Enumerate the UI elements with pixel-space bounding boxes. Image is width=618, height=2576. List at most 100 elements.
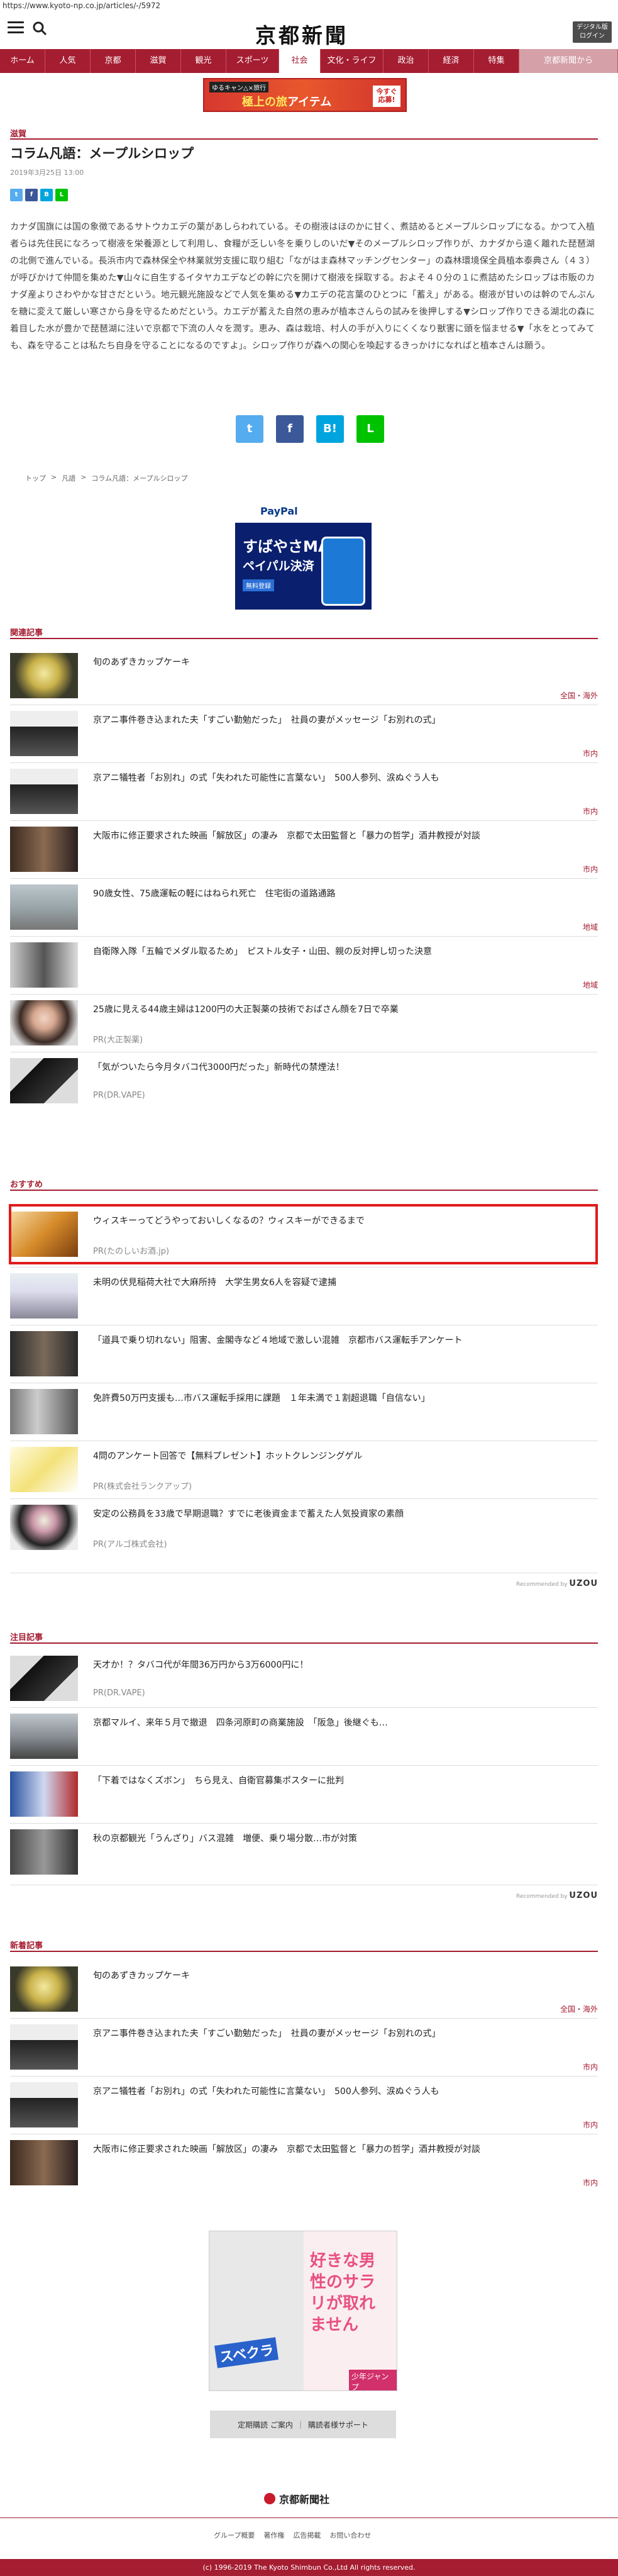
login-button[interactable]: デジタル版 ログイン: [573, 21, 612, 43]
item-title: 免許費50万円支援も…市バス運転手採用に課題 １年未満で１割超退職「自信ない」: [93, 1393, 430, 1403]
search-icon[interactable]: [31, 20, 48, 36]
list-item[interactable]: 旬のあずきカップケーキ 全国・海外: [10, 1961, 598, 2017]
list-item[interactable]: 大阪市に修正要求された映画「解放区」の凄み 京都で太田監督と「暴力の哲学」酒井教…: [10, 2135, 598, 2190]
item-pr: PR(DR.VAPE): [93, 1688, 145, 1698]
breadcrumb: トップ > 凡語 > コラム凡語：メープルシロップ: [25, 473, 188, 483]
list-item[interactable]: 京アニ事件巻き込まれた夫「すごい勤勉だった」 社員の妻がメッセージ「お別れの式」…: [10, 2019, 598, 2075]
item-title: 4問のアンケート回答で【無料プレゼント】ホットクレンジングゲル: [93, 1451, 363, 1461]
site-logo[interactable]: 京都新聞: [255, 19, 348, 49]
featured-heading: 注目記事: [10, 1633, 43, 1642]
list-item[interactable]: 「下着ではなくズボン」 ちら見え、自衛官募集ポスターに批判: [10, 1766, 598, 1822]
divider: [10, 1642, 598, 1644]
item-tag[interactable]: 全国・海外: [560, 2004, 598, 2014]
thumbnail: [10, 1656, 78, 1701]
twitter-icon[interactable]: t: [10, 189, 23, 201]
item-title: 安定の公務員を33歳で早期退職？すでに老後資金まで蓄えた人気投資家の素顔: [93, 1509, 404, 1519]
footer-link[interactable]: 著作権: [263, 2530, 284, 2540]
recommended-by-uzou[interactable]: Recommended by UZOU: [516, 1891, 598, 1900]
list-item[interactable]: 免許費50万円支援も…市バス運転手採用に課題 １年未満で１割超退職「自信ない」: [10, 1384, 598, 1439]
item-title: 大阪市に修正要求された映画「解放区」の凄み 京都で太田監督と「暴力の哲学」酒井教…: [93, 2144, 480, 2155]
nav-from-kyoto[interactable]: 京都新聞から: [519, 49, 618, 73]
item-title: 自衛隊入隊「五輪でメダル取るため」 ピストル女子・山田、親の反対押し切った決意: [93, 947, 432, 957]
manga-ad[interactable]: 好きな男性のサラリが取れません スベクラ 少年ジャンプ: [209, 2231, 397, 2391]
ad-tag: ゆるキャン△×旅行: [209, 82, 269, 92]
item-tag[interactable]: 地域: [583, 922, 598, 932]
footer-link[interactable]: グループ概要: [214, 2530, 255, 2540]
share-buttons-bottom: t f B! L: [236, 415, 384, 443]
item-pr: PR(株式会社ランクアップ): [93, 1482, 192, 1492]
list-item[interactable]: 旬のあずきカップケーキ 全国・海外: [10, 648, 598, 703]
list-item[interactable]: 「道具で乗り切れない」阻害、金閣寺など４地域で激しい混雑 京都市バス運転手アンケ…: [10, 1326, 598, 1381]
nav-economy[interactable]: 経済: [429, 49, 474, 73]
list-item[interactable]: 90歳女性、75歳運転の軽にはねられ死亡 住宅街の道路通路 地域: [10, 879, 598, 935]
footer-link[interactable]: 広告掲載: [293, 2530, 321, 2540]
item-tag[interactable]: 市内: [583, 864, 598, 874]
nav-sports[interactable]: スポーツ: [226, 49, 279, 73]
line-share-icon[interactable]: L: [356, 415, 384, 443]
list-item[interactable]: 25歳に見える44歳主婦は1200円の大正製薬の技術でおばさん顔を7日で卒業 P…: [10, 995, 598, 1051]
thumbnail: [10, 1829, 78, 1875]
paypal-logo: PayPal: [235, 499, 372, 523]
footer-links: グループ概要 著作権 広告掲載 お問い合わせ: [214, 2530, 371, 2540]
nav-culture[interactable]: 文化・ライフ: [321, 49, 383, 73]
list-item[interactable]: 4問のアンケート回答で【無料プレゼント】ホットクレンジングゲル PR(株式会社ラ…: [10, 1442, 598, 1497]
twitter-share-icon[interactable]: t: [236, 415, 263, 443]
paypal-ad[interactable]: PayPal すばやさMAX ペイパル決済 無料登録: [235, 499, 372, 610]
item-tag[interactable]: 市内: [583, 2119, 598, 2130]
list-item[interactable]: 自衛隊入隊「五輪でメダル取るため」 ピストル女子・山田、親の反対押し切った決意 …: [10, 937, 598, 993]
item-tag[interactable]: 市内: [583, 748, 598, 759]
item-tag[interactable]: 全国・海外: [560, 690, 598, 701]
nav-feature[interactable]: 特集: [474, 49, 519, 73]
menu-icon[interactable]: [8, 21, 24, 35]
article-category[interactable]: 滋賀: [10, 127, 26, 139]
nav-society[interactable]: 社会: [279, 49, 321, 73]
paypal-ad-line3: 無料登録: [243, 579, 274, 591]
item-tag[interactable]: 地域: [583, 979, 598, 990]
facebook-share-icon[interactable]: f: [276, 415, 304, 443]
item-pr: PR(大正製薬): [93, 1035, 143, 1045]
nav-tourism[interactable]: 観光: [181, 49, 226, 73]
support-link[interactable]: 購読者様サポート: [308, 2419, 368, 2430]
phone-image: [321, 537, 365, 606]
list-item[interactable]: 大阪市に修正要求された映画「解放区」の凄み 京都で太田監督と「暴力の哲学」酒井教…: [10, 822, 598, 877]
breadcrumb-category[interactable]: 凡語: [62, 473, 75, 483]
list-item[interactable]: 京アニ犠牲者「お別れ」の式「失われた可能性に言葉ない」 500人参列、涙ぬぐう人…: [10, 764, 598, 819]
footer-link[interactable]: お問い合わせ: [329, 2530, 371, 2540]
line-icon[interactable]: L: [55, 189, 68, 201]
subscription-link[interactable]: 定期購読 ご案内: [238, 2419, 293, 2430]
list-item[interactable]: 「気がついたら今月タバコ代3000円だった」新時代の禁煙法！ PR(DR.VAP…: [10, 1053, 598, 1108]
list-item[interactable]: 天才か！？タバコ代が年間36万円から3万6000円に！ PR(DR.VAPE): [10, 1651, 598, 1706]
divider: [10, 2076, 598, 2077]
nav-home[interactable]: ホーム: [0, 49, 45, 73]
item-title: 京アニ犠牲者「お別れ」の式「失われた可能性に言葉ない」 500人参列、涙ぬぐう人…: [93, 773, 439, 783]
item-tag[interactable]: 市内: [583, 2061, 598, 2072]
list-item[interactable]: 京アニ事件巻き込まれた夫「すごい勤勉だった」 社員の妻がメッセージ「お別れの式」…: [10, 706, 598, 761]
nav-kyoto[interactable]: 京都: [91, 49, 136, 73]
ad-cta: 今すぐ 応募!: [373, 86, 400, 107]
item-tag[interactable]: 市内: [583, 806, 598, 817]
nav-shiga[interactable]: 滋賀: [136, 49, 181, 73]
top-ad-banner[interactable]: ゆるキャン△×旅行 極上の旅アイテム 今すぐ 応募!: [203, 78, 407, 112]
hatena-share-icon[interactable]: B!: [316, 415, 344, 443]
footer-logo[interactable]: 京都新聞社: [264, 2491, 329, 2506]
nav-popular[interactable]: 人気: [45, 49, 91, 73]
list-item[interactable]: 京アニ犠牲者「お別れ」の式「失われた可能性に言葉ない」 500人参列、涙ぬぐう人…: [10, 2077, 598, 2133]
hatena-icon[interactable]: B: [40, 189, 53, 201]
list-item[interactable]: 秋の京都観光「うんざり」バス混雑 増便、乗り場分散…市が対策: [10, 1824, 598, 1880]
nav-politics[interactable]: 政治: [383, 49, 429, 73]
item-tag[interactable]: 市内: [583, 2177, 598, 2188]
recommended-by-uzou[interactable]: Recommended by UZOU: [516, 1579, 598, 1588]
breadcrumb-top[interactable]: トップ: [25, 473, 46, 483]
url-bar[interactable]: https://www.kyoto-np.co.jp/articles/-/59…: [0, 0, 618, 13]
divider: [10, 762, 598, 763]
facebook-icon[interactable]: f: [25, 189, 38, 201]
list-item[interactable]: 安定の公務員を33歳で早期退職？すでに老後資金まで蓄えた人気投資家の素顔 PR(…: [10, 1500, 598, 1555]
related-heading: 関連記事: [10, 628, 43, 638]
list-item[interactable]: 京都マルイ、来年５月で撤退 四条河原町の商業施設 「阪急」後継ぐも…: [10, 1709, 598, 1764]
item-title: 秋の京都観光「うんざり」バス混雑 増便、乗り場分散…市が対策: [93, 1834, 357, 1844]
list-item[interactable]: 未明の伏見稲荷大社で大麻所持 大学生男女6人を容疑で逮捕: [10, 1268, 598, 1324]
ad-headline: 極上の旅アイテム: [242, 96, 332, 109]
manga-ad-badge: 少年ジャンプ: [349, 2370, 397, 2390]
divider: [10, 1498, 598, 1499]
thumbnail: [10, 653, 78, 698]
